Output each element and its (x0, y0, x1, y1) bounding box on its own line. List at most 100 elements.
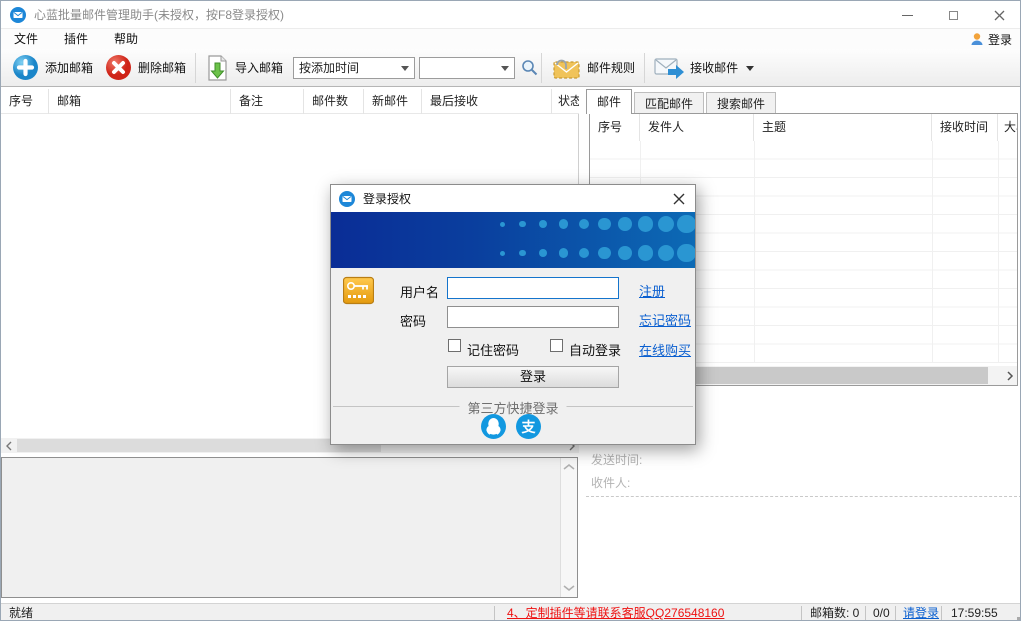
receive-mail-button[interactable]: 接收邮件 (648, 54, 760, 82)
password-input[interactable] (447, 306, 619, 328)
mail-col-received-time[interactable]: 接收时间 (932, 114, 998, 141)
minimize-button[interactable] (884, 1, 930, 29)
column-gridline (932, 141, 933, 363)
receive-mail-label: 接收邮件 (690, 59, 738, 76)
left-col-last-received[interactable]: 最后接收 (422, 89, 552, 114)
delete-mailbox-button[interactable]: 删除邮箱 (99, 52, 192, 83)
status-login-link[interactable]: 请登录 (903, 604, 939, 621)
import-mailbox-label: 导入邮箱 (235, 59, 283, 76)
auto-login-checkbox[interactable] (550, 339, 563, 352)
mail-rules-button[interactable]: 邮件规则 (545, 53, 641, 83)
left-col-mailbox[interactable]: 邮箱 (49, 89, 231, 114)
left-col-status[interactable]: 状态 (552, 89, 579, 114)
column-gridline (998, 141, 999, 363)
left-col-new-mail[interactable]: 新邮件 (364, 89, 422, 114)
search-icon (521, 59, 538, 76)
buy-online-link[interactable]: 在线购买 (639, 340, 691, 359)
menu-login-label: 登录 (988, 31, 1012, 48)
chevron-down-icon (562, 584, 576, 592)
menu-login-button[interactable]: 登录 (970, 29, 1012, 49)
search-button[interactable] (521, 59, 538, 76)
column-gridline (754, 141, 755, 363)
statusbar-separator (895, 606, 896, 620)
sort-order-combobox[interactable]: 按添加时间 (293, 57, 415, 79)
scroll-up-button[interactable] (562, 460, 576, 474)
mail-rules-label: 邮件规则 (587, 59, 635, 76)
close-icon (994, 10, 1005, 21)
app-window: 心蓝批量邮件管理助手(未授权，按F8登录授权) 文件 插件 帮助 登录 (0, 0, 1021, 621)
resize-grip[interactable] (1017, 617, 1020, 620)
scroll-right-button[interactable] (1002, 368, 1017, 383)
statusbar-separator (494, 606, 495, 620)
statusbar-separator (941, 606, 942, 620)
statusbar-separator (865, 606, 866, 620)
dialog-banner (331, 212, 695, 268)
tab-search-mail[interactable]: 搜索邮件 (706, 92, 776, 114)
login-dialog: 登录授权 用户名 注册 密码 忘记密码 记住密码 自动登录 在线购买 登录 第三… (330, 184, 696, 445)
sent-time-label: 发送时间: (591, 451, 642, 468)
chevron-up-icon (562, 463, 576, 471)
left-col-index[interactable]: 序号 (1, 89, 49, 114)
menu-file[interactable]: 文件 (1, 29, 51, 49)
register-link[interactable]: 注册 (639, 281, 665, 300)
mail-col-subject[interactable]: 主题 (754, 114, 932, 141)
chevron-down-icon (501, 66, 509, 75)
remember-password-checkbox[interactable] (448, 339, 461, 352)
left-col-mail-count[interactable]: 邮件数 (304, 89, 364, 114)
window-title: 心蓝批量邮件管理助手(未授权，按F8登录授权) (34, 6, 284, 23)
menu-help[interactable]: 帮助 (101, 29, 151, 49)
import-mailbox-button[interactable]: 导入邮箱 (199, 52, 289, 84)
app-icon (10, 7, 26, 23)
menu-plugins[interactable]: 插件 (51, 29, 101, 49)
close-icon (673, 193, 685, 205)
status-ready: 就绪 (9, 604, 33, 621)
qq-login-button[interactable] (481, 414, 506, 439)
alipay-login-button[interactable]: 支 (516, 414, 541, 439)
username-label: 用户名 (400, 282, 439, 301)
menubar: 文件 插件 帮助 登录 (1, 29, 1021, 49)
third-party-label: 第三方快捷登录 (459, 398, 566, 417)
scrollbar-thumb[interactable] (17, 439, 381, 452)
mail-rules-icon (551, 55, 581, 81)
left-col-note[interactable]: 备注 (231, 89, 304, 114)
tab-matched-mail[interactable]: 匹配邮件 (634, 92, 704, 114)
titlebar: 心蓝批量邮件管理助手(未授权，按F8登录授权) (1, 1, 1021, 29)
promo-link[interactable]: 4、定制插件等请联系客服QQ276548160 (507, 604, 724, 621)
toolbar-separator (541, 53, 542, 83)
toolbar: 添加邮箱 删除邮箱 导入邮箱 按添加时间 (1, 49, 1021, 87)
log-vscrollbar[interactable] (560, 458, 577, 597)
remember-password-label: 记住密码 (467, 340, 519, 359)
login-button[interactable]: 登录 (447, 366, 619, 388)
mail-col-index[interactable]: 序号 (590, 114, 640, 141)
username-input[interactable] (447, 277, 619, 299)
account-filter-combobox[interactable] (419, 57, 515, 79)
mail-col-sender[interactable]: 发件人 (640, 114, 754, 141)
toolbar-separator (195, 53, 196, 83)
forgot-password-link[interactable]: 忘记密码 (639, 310, 691, 329)
password-label: 密码 (400, 311, 426, 330)
license-key-icon (343, 275, 374, 306)
auto-login-label: 自动登录 (569, 340, 621, 359)
delete-mailbox-label: 删除邮箱 (138, 59, 186, 76)
receive-mail-icon (654, 56, 684, 80)
delete-icon (105, 54, 132, 81)
maximize-button[interactable] (930, 1, 976, 29)
add-icon (12, 54, 39, 81)
add-mailbox-label: 添加邮箱 (45, 59, 93, 76)
toolbar-separator (644, 53, 645, 83)
dialog-app-icon (339, 191, 355, 207)
chevron-down-icon (746, 66, 754, 75)
chevron-left-icon (5, 441, 13, 451)
log-textarea[interactable] (1, 457, 578, 598)
tab-mail[interactable]: 邮件 (586, 89, 632, 114)
dialog-titlebar: 登录授权 (331, 185, 695, 212)
scroll-down-button[interactable] (562, 581, 576, 595)
mailbox-list-header: 序号 邮箱 备注 邮件数 新邮件 最后接收 状态 (1, 89, 579, 114)
status-ratio: 0/0 (873, 604, 890, 621)
close-button[interactable] (976, 1, 1021, 29)
scroll-left-button[interactable] (1, 438, 16, 453)
add-mailbox-button[interactable]: 添加邮箱 (6, 52, 99, 83)
mail-col-size[interactable]: 大小 (998, 114, 1017, 141)
status-time: 17:59:55 (951, 604, 998, 621)
dialog-close-button[interactable] (671, 191, 687, 207)
